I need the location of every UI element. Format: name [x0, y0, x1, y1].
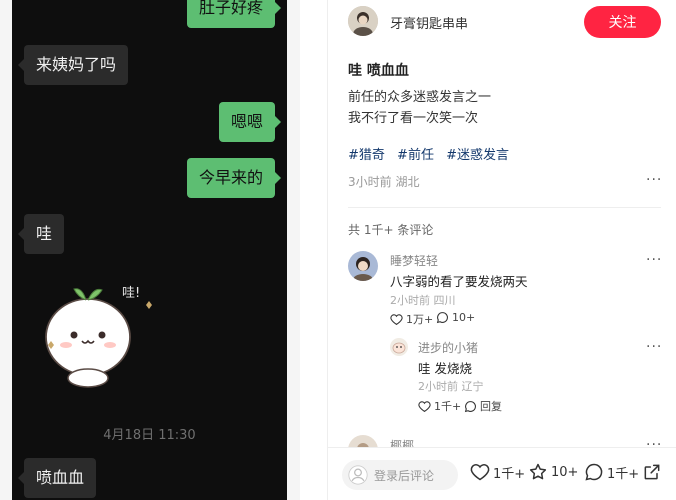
like-button[interactable]: 1千+ — [470, 462, 525, 482]
note-meta: 3小时前 湖北 — [348, 175, 420, 189]
tag-link[interactable]: #迷惑发言 — [446, 148, 509, 163]
comment-like-count: 1千+ — [434, 400, 462, 413]
commenter-avatar[interactable] — [390, 338, 408, 356]
comment-text: 哇 发烧烧 — [418, 361, 472, 376]
commenter-avatar[interactable] — [348, 251, 378, 281]
like-count: 1千+ — [493, 466, 526, 482]
comment-count: 共 1千+ 条评论 — [348, 223, 434, 237]
comment-author[interactable]: 进步的小猪 — [418, 339, 478, 356]
more-dots-icon[interactable]: ··· — [646, 252, 662, 268]
chat-bubble-received: 喷血血 — [17, 458, 97, 498]
chat-bubble-sent: 肚子好疼 — [186, 0, 282, 28]
heart-icon — [390, 313, 403, 325]
comment-reply-button[interactable]: 回复 — [464, 398, 502, 414]
comment-input-placeholder: 登录后评论 — [374, 468, 435, 483]
comment-like-count: 1万+ — [406, 313, 434, 326]
page: 肚子好疼 来姨妈了吗 嗯嗯 今早来的 哇 哇! 4月18日 11:30 喷血血 — [0, 0, 676, 500]
author-avatar[interactable] — [348, 6, 378, 36]
star-icon — [529, 463, 547, 480]
comment-input[interactable]: 登录后评论 — [342, 460, 458, 490]
tag-list: #猎奇 #前任 #迷惑发言 — [348, 144, 517, 163]
comment-meta: 2小时前 辽宁 — [418, 380, 484, 393]
comment-reply-button[interactable]: 10+ — [436, 311, 475, 324]
note-panel: 牙膏钥匙串串 关注 哇 喷血血 前任的众多迷惑发言之一 我不行了看一次笑一次 #… — [327, 0, 676, 500]
user-avatar-icon — [348, 465, 368, 485]
note-image[interactable]: 肚子好疼 来姨妈了吗 嗯嗯 今早来的 哇 哇! 4月18日 11:30 喷血血 — [0, 0, 300, 500]
note-title: 哇 喷血血 — [348, 63, 409, 79]
comment-meta: 2小时前 四川 — [390, 294, 456, 307]
chat-screenshot: 肚子好疼 来姨妈了吗 嗯嗯 今早来的 哇 哇! 4月18日 11:30 喷血血 — [12, 0, 287, 500]
author-row: 牙膏钥匙串串 关注 — [348, 6, 661, 38]
comment-total-count: 1千+ — [607, 466, 640, 482]
comment-like-button[interactable]: 1千+ — [418, 398, 461, 414]
tag-link[interactable]: #猎奇 — [348, 148, 385, 163]
comment-reply-label: 回复 — [480, 400, 502, 413]
comment-icon — [436, 312, 448, 324]
note-body-line: 我不行了看一次笑一次 — [348, 111, 479, 126]
chat-timestamp: 4月18日 11:30 — [103, 428, 196, 443]
chat-bubble-received: 哇 — [17, 214, 65, 254]
comment-icon — [585, 463, 603, 481]
sticker-image: 哇! — [45, 286, 152, 388]
chat-bubble-sent: 嗯嗯 — [218, 102, 282, 142]
sticker-text: 哇! — [122, 286, 140, 301]
share-button[interactable] — [642, 462, 662, 482]
comment-text: 八字弱的看了要发烧两天 — [390, 274, 528, 289]
divider — [348, 207, 661, 208]
follow-button[interactable]: 关注 — [584, 6, 661, 38]
more-dots-icon[interactable]: ··· — [646, 339, 662, 355]
bottom-action-bar: 登录后评论 1千+ 10+ 1千+ — [327, 447, 676, 500]
share-icon — [644, 464, 660, 480]
heart-icon — [418, 400, 431, 412]
author-name[interactable]: 牙膏钥匙串串 — [390, 13, 468, 32]
comment-author[interactable]: 睡梦轻轻 — [390, 252, 438, 269]
collect-button[interactable]: 10+ — [528, 462, 578, 482]
more-dots-icon[interactable]: ··· — [646, 172, 662, 188]
note-body-line: 前任的众多迷惑发言之一 — [348, 90, 492, 105]
collect-count: 10+ — [551, 464, 579, 480]
comment-reply-count: 10+ — [452, 311, 476, 324]
comment-button[interactable]: 1千+ — [584, 462, 639, 482]
heart-icon — [470, 464, 490, 481]
comment-like-button[interactable]: 1万+ — [390, 311, 433, 327]
chat-bubble-received: 来姨妈了吗 — [17, 45, 129, 85]
chat-bubble-sent: 今早来的 — [186, 158, 282, 198]
comment-icon — [464, 400, 476, 412]
tag-link[interactable]: #前任 — [397, 148, 434, 163]
